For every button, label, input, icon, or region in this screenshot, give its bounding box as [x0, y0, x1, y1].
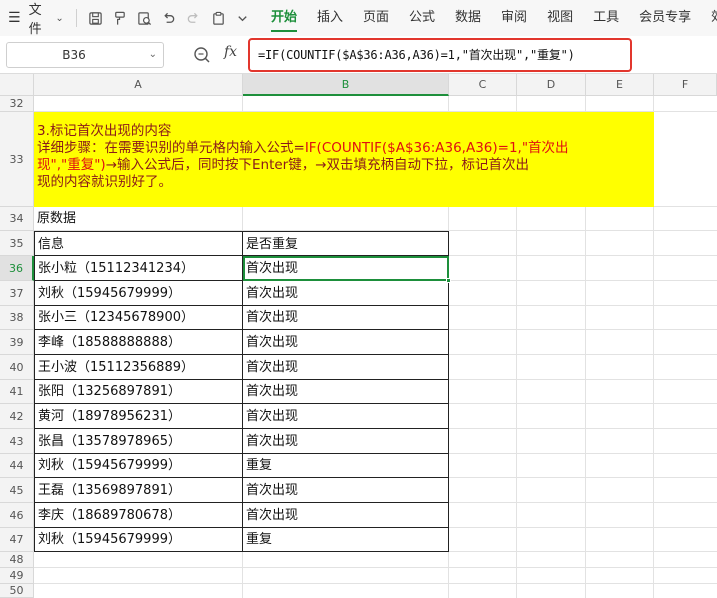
ribbon-tabs: 开始 插入 页面 公式 数据 审阅 视图 工具 会员专享 效 — [261, 0, 717, 36]
table-row-result[interactable]: 首次出现 — [243, 281, 449, 306]
undo-icon[interactable] — [157, 0, 182, 36]
row-header-49[interactable]: 49 — [0, 568, 34, 584]
more-icon[interactable] — [230, 0, 255, 36]
instruction-cell[interactable]: 3.标记首次出现的内容 详细步骤：在需要识别的单元格内输入公式=IF(COUNT… — [34, 112, 654, 207]
table-row-info[interactable]: 张昌（13578978965） — [34, 429, 243, 454]
table-row-info[interactable]: 李庆（18689780678） — [34, 503, 243, 528]
column-header-b[interactable]: B — [243, 74, 449, 96]
row-header-46[interactable]: 46 — [0, 503, 34, 528]
row-header-47[interactable]: 47 — [0, 528, 34, 552]
table-row-info[interactable]: 张小粒（15112341234） — [34, 256, 243, 281]
tab-data[interactable]: 数据 — [445, 0, 491, 36]
row-header-32[interactable]: 32 — [0, 96, 34, 112]
table-row-result[interactable]: 首次出现 — [243, 478, 449, 503]
instruction-title: 3.标记首次出现的内容 — [37, 123, 172, 139]
row-header-42[interactable]: 42 — [0, 404, 34, 429]
table-row-info[interactable]: 王小波（15112356889） — [34, 355, 243, 380]
row-header-36[interactable]: 36 — [0, 256, 34, 281]
table-row-result[interactable]: 首次出现 — [243, 330, 449, 355]
file-menu[interactable]: ☰ 文件 ⌄ — [0, 0, 70, 37]
table-row-result[interactable]: 首次出现 — [243, 256, 449, 281]
table-row-info[interactable]: 李峰（18588888888） — [34, 330, 243, 355]
function-icon[interactable]: fx — [224, 44, 237, 60]
hamburger-icon: ☰ — [8, 10, 21, 26]
table-row-info[interactable]: 王磊（13569897891） — [34, 478, 243, 503]
table-row-result[interactable]: 首次出现 — [243, 503, 449, 528]
tab-tools[interactable]: 工具 — [583, 0, 629, 36]
gridline — [34, 583, 717, 584]
name-box-value: B36 — [62, 48, 86, 62]
table-row-result[interactable]: 首次出现 — [243, 355, 449, 380]
redo-icon[interactable] — [181, 0, 206, 36]
cell-a34[interactable]: 原数据 — [34, 207, 243, 231]
table-row-result[interactable]: 首次出现 — [243, 429, 449, 454]
save-icon[interactable] — [83, 0, 108, 36]
instruction-line-4: 现的内容就识别好了。 — [37, 174, 172, 190]
row-header-34[interactable]: 34 — [0, 207, 34, 231]
format-painter-icon[interactable] — [107, 0, 132, 36]
column-header-c[interactable]: C — [449, 74, 517, 96]
gridline — [34, 567, 717, 568]
tab-review[interactable]: 审阅 — [491, 0, 537, 36]
instruction-line-3: 现","重复")→输入公式后，同时按下Enter键，→双击填充柄自动下拉，标记首… — [37, 157, 530, 173]
select-all-corner[interactable] — [0, 74, 34, 96]
column-header-a[interactable]: A — [34, 74, 243, 96]
table-row-result[interactable]: 重复 — [243, 454, 449, 478]
zoom-icon[interactable] — [192, 45, 212, 65]
file-menu-label: 文件 — [28, 3, 42, 37]
menu-bar: ☰ 文件 ⌄ 开始 插入 页面 公式 数据 审阅 视图 工具 会员专享 — [0, 0, 717, 37]
table-row-result[interactable]: 首次出现 — [243, 380, 449, 404]
tab-efficiency[interactable]: 效 — [701, 0, 717, 36]
header-duplicate[interactable]: 是否重复 — [243, 231, 449, 256]
fill-handle[interactable] — [446, 278, 451, 283]
table-row-info[interactable]: 黄河（18978956231） — [34, 404, 243, 429]
tab-home[interactable]: 开始 — [261, 0, 307, 36]
row-header-50[interactable]: 50 — [0, 584, 34, 598]
table-row-info[interactable]: 张小三（12345678900） — [34, 306, 243, 330]
table-row-result[interactable]: 重复 — [243, 528, 449, 552]
row-header-40[interactable]: 40 — [0, 355, 34, 380]
paste-icon[interactable] — [206, 0, 231, 36]
table-row-result[interactable]: 首次出现 — [243, 306, 449, 330]
table-row-info[interactable]: 张阳（13256897891） — [34, 380, 243, 404]
formula-input[interactable]: =IF(COUNTIF($A$36:A36,A36)=1,"首次出现","重复"… — [248, 38, 632, 72]
table-row-result[interactable]: 首次出现 — [243, 404, 449, 429]
column-header-f[interactable]: F — [654, 74, 717, 96]
row-header-37[interactable]: 37 — [0, 281, 34, 306]
header-info[interactable]: 信息 — [34, 231, 243, 256]
instruction-line-2: 详细步骤：在需要识别的单元格内输入公式=IF(COUNTIF($A$36:A36… — [37, 140, 569, 156]
name-box[interactable]: B36 ⌄ — [6, 42, 164, 68]
row-header-41[interactable]: 41 — [0, 380, 34, 404]
row-header-48[interactable]: 48 — [0, 552, 34, 568]
table-row-info[interactable]: 刘秋（15945679999） — [34, 528, 243, 552]
tab-view[interactable]: 视图 — [537, 0, 583, 36]
column-header-e[interactable]: E — [586, 74, 654, 96]
row-header-45[interactable]: 45 — [0, 478, 34, 503]
divider — [75, 9, 77, 27]
table-row-info[interactable]: 刘秋（15945679999） — [34, 454, 243, 478]
tab-member[interactable]: 会员专享 — [629, 0, 701, 36]
table-row-info[interactable]: 刘秋（15945679999） — [34, 281, 243, 306]
print-preview-icon[interactable] — [132, 0, 157, 36]
chevron-down-icon: ⌄ — [55, 12, 64, 24]
row-header-33[interactable]: 33 — [0, 112, 34, 207]
tab-page[interactable]: 页面 — [353, 0, 399, 36]
row-header-43[interactable]: 43 — [0, 429, 34, 454]
tab-insert[interactable]: 插入 — [307, 0, 353, 36]
column-header-d[interactable]: D — [517, 74, 586, 96]
tab-formulas[interactable]: 公式 — [399, 0, 445, 36]
row-header-39[interactable]: 39 — [0, 330, 34, 355]
row-header-38[interactable]: 38 — [0, 306, 34, 330]
row-header-35[interactable]: 35 — [0, 231, 34, 256]
formula-bar: B36 ⌄ fx =IF(COUNTIF($A$36:A36,A36)=1,"首… — [0, 36, 717, 74]
formula-text: =IF(COUNTIF($A$36:A36,A36)=1,"首次出现","重复"… — [258, 48, 575, 62]
row-header-44[interactable]: 44 — [0, 454, 34, 478]
chevron-down-icon[interactable]: ⌄ — [149, 43, 157, 67]
